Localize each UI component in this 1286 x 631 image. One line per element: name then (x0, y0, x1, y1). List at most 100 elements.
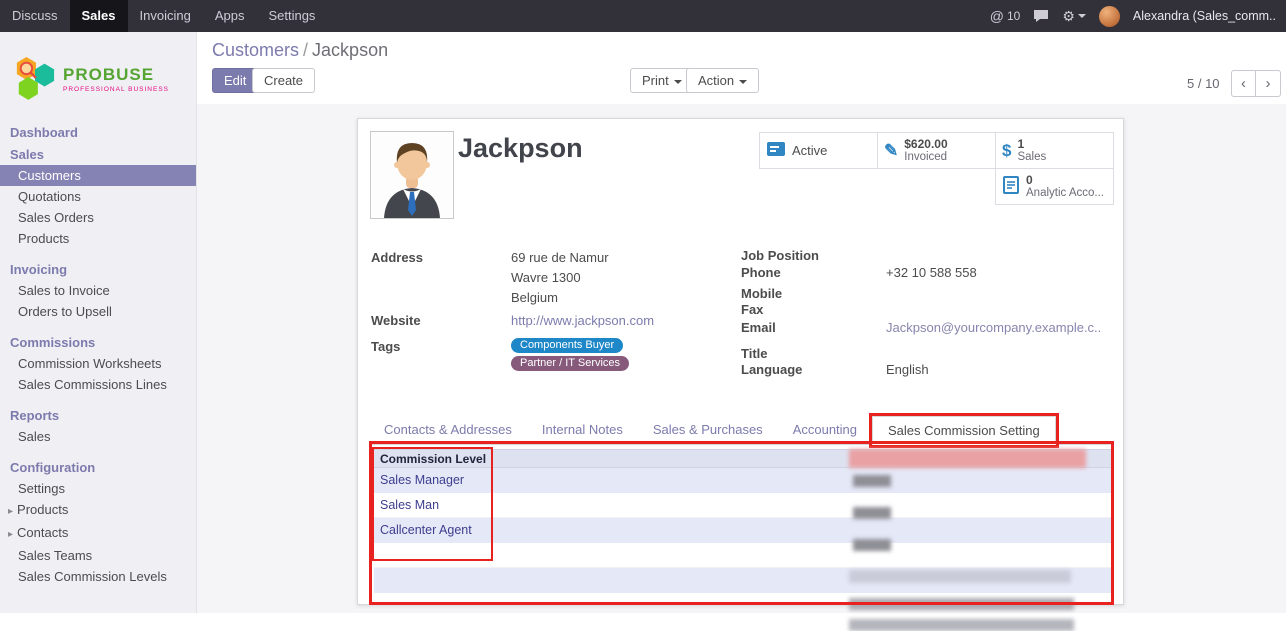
address-line-2: Wavre 1300 (511, 270, 581, 285)
sidebar-section-reports[interactable]: Reports (0, 404, 196, 426)
sidebar-item-products[interactable]: Products (0, 228, 196, 249)
main-content: Customers/Jackpson Edit Create Print Act… (197, 32, 1286, 613)
stat-button-active[interactable]: Active (759, 132, 878, 169)
sidebar-item-quotations[interactable]: Quotations (0, 186, 196, 207)
stat-invoiced-value: $620.00 (904, 138, 947, 151)
table-row[interactable]: Sales Man (374, 493, 1111, 518)
gear-icon: ⚙ (1062, 8, 1075, 25)
sidebar-item-reports-sales[interactable]: Sales (0, 426, 196, 447)
chat-icon[interactable] (1033, 9, 1049, 23)
email-label: Email (741, 320, 776, 335)
cell-commission-level[interactable]: Sales Manager (374, 468, 494, 492)
sidebar-item-sales-to-invoice[interactable]: Sales to Invoice (0, 280, 196, 301)
sidebar-item-sales-orders[interactable]: Sales Orders (0, 207, 196, 228)
tab-internal-notes[interactable]: Internal Notes (527, 416, 638, 444)
ledger-icon (1002, 176, 1020, 197)
tag-partner-it-services[interactable]: Partner / IT Services (511, 356, 629, 371)
customer-name-title: Jackpson (458, 133, 583, 164)
stat-button-invoiced[interactable]: ✎ $620.00 Invoiced (877, 132, 996, 169)
language-label: Language (741, 362, 802, 377)
notebook-tabs: Contacts & Addresses Internal Notes Sale… (369, 416, 1112, 445)
table-row[interactable]: Sales Manager (374, 468, 1111, 493)
probuse-logo-icon (14, 54, 56, 103)
table-header-row: Commission Level (374, 449, 1111, 468)
sidebar-item-sales-commissions-lines[interactable]: Sales Commissions Lines (0, 374, 196, 395)
pager-previous-button[interactable]: ‹ (1231, 70, 1256, 97)
sidebar-item-config-products[interactable]: ▸ Products (0, 499, 196, 522)
stat-button-analytic-accounts[interactable]: 0 Analytic Acco... (995, 168, 1114, 205)
pager: ‹ › (1231, 70, 1281, 97)
tab-accounting[interactable]: Accounting (778, 416, 872, 444)
print-button-label: Print (642, 73, 669, 88)
website-link[interactable]: http://www.jackpson.com (511, 313, 654, 328)
menu-invoicing[interactable]: Invoicing (128, 0, 203, 32)
column-header-commission-level[interactable]: Commission Level (374, 450, 494, 468)
phone-value: +32 10 588 558 (886, 265, 977, 280)
stat-analytic-value: 0 (1026, 174, 1104, 187)
email-link[interactable]: Jackpson@yourcompany.example.c.. (886, 320, 1101, 335)
redacted-bar (849, 598, 1074, 610)
print-button[interactable]: Print (630, 68, 694, 93)
pencil-icon: ✎ (884, 141, 898, 161)
tab-sales-commission-setting[interactable]: Sales Commission Setting (872, 416, 1056, 445)
tab-contacts-addresses[interactable]: Contacts & Addresses (369, 416, 527, 444)
sidebar-item-label: Products (17, 502, 68, 517)
caret-down-icon (674, 80, 682, 84)
customer-form-sheet: Jackpson Active ✎ $620.00 Invoiced $ 1 S… (357, 118, 1124, 605)
sidebar-item-commission-worksheets[interactable]: Commission Worksheets (0, 353, 196, 374)
breadcrumb: Customers/Jackpson (212, 40, 388, 61)
active-toggle-icon (766, 139, 786, 162)
sidebar-item-orders-to-upsell[interactable]: Orders to Upsell (0, 301, 196, 322)
menu-settings[interactable]: Settings (256, 0, 327, 32)
table-row-empty[interactable] (374, 568, 1111, 593)
customer-photo[interactable] (370, 131, 454, 219)
sidebar-item-sales-commission-levels[interactable]: Sales Commission Levels (0, 566, 196, 587)
app-menu: Discuss Sales Invoicing Apps Settings (0, 0, 327, 32)
sidebar-section-commissions[interactable]: Commissions (0, 331, 196, 353)
sidebar-item-label: Contacts (17, 525, 68, 540)
at-mention-icon: @ (990, 8, 1004, 24)
sidebar-item-sales-teams[interactable]: Sales Teams (0, 545, 196, 566)
tag-components-buyer[interactable]: Components Buyer (511, 338, 623, 353)
stat-analytic-label: Analytic Acco... (1026, 187, 1104, 200)
logo-title: PROBUSE (63, 65, 169, 85)
sidebar-section-dashboard[interactable]: Dashboard (0, 121, 196, 143)
stat-button-sales[interactable]: $ 1 Sales (995, 132, 1114, 169)
menu-discuss[interactable]: Discuss (0, 0, 70, 32)
address-line-3: Belgium (511, 290, 558, 305)
action-button[interactable]: Action (686, 68, 759, 93)
stat-active-label: Active (792, 143, 827, 158)
user-name[interactable]: Alexandra (Sales_comm.. (1133, 9, 1276, 23)
stat-sales-value: 1 (1017, 138, 1046, 151)
table-row[interactable]: Callcenter Agent (374, 518, 1111, 543)
debug-menu[interactable]: ⚙ (1062, 8, 1086, 25)
breadcrumb-current: Jackpson (312, 40, 388, 60)
breadcrumb-parent-link[interactable]: Customers (212, 40, 299, 60)
website-label: Website (371, 313, 421, 328)
phone-label: Phone (741, 265, 781, 280)
sidebar-item-customers[interactable]: Customers (0, 165, 196, 186)
cell-commission-level[interactable]: Sales Man (374, 493, 494, 517)
address-line-1: 69 rue de Namur (511, 250, 609, 265)
sidebar-section-sales[interactable]: Sales (0, 143, 196, 165)
expand-arrow-icon: ▸ (8, 506, 13, 517)
create-button[interactable]: Create (252, 68, 315, 93)
tab-sales-purchases[interactable]: Sales & Purchases (638, 416, 778, 444)
sidebar-section-invoicing[interactable]: Invoicing (0, 258, 196, 280)
job-position-label: Job Position (741, 248, 819, 263)
table-row-empty[interactable] (374, 543, 1111, 568)
logo-subtitle: PROFESSIONAL BUSINESS (63, 86, 169, 93)
mentions-indicator[interactable]: @ 10 (990, 8, 1021, 24)
sidebar-item-settings[interactable]: Settings (0, 478, 196, 499)
breadcrumb-separator: / (299, 40, 312, 60)
pager-next-button[interactable]: › (1256, 70, 1281, 97)
sidebar-section-configuration[interactable]: Configuration (0, 456, 196, 478)
tags-label: Tags (371, 339, 400, 354)
stat-invoiced-label: Invoiced (904, 151, 947, 164)
menu-apps[interactable]: Apps (203, 0, 257, 32)
cell-commission-level[interactable]: Callcenter Agent (374, 518, 494, 542)
user-avatar[interactable] (1099, 6, 1120, 27)
sidebar-item-config-contacts[interactable]: ▸Contacts (0, 522, 196, 545)
menu-sales[interactable]: Sales (70, 0, 128, 32)
app-logo[interactable]: PROBUSE PROFESSIONAL BUSINESS (0, 32, 196, 121)
